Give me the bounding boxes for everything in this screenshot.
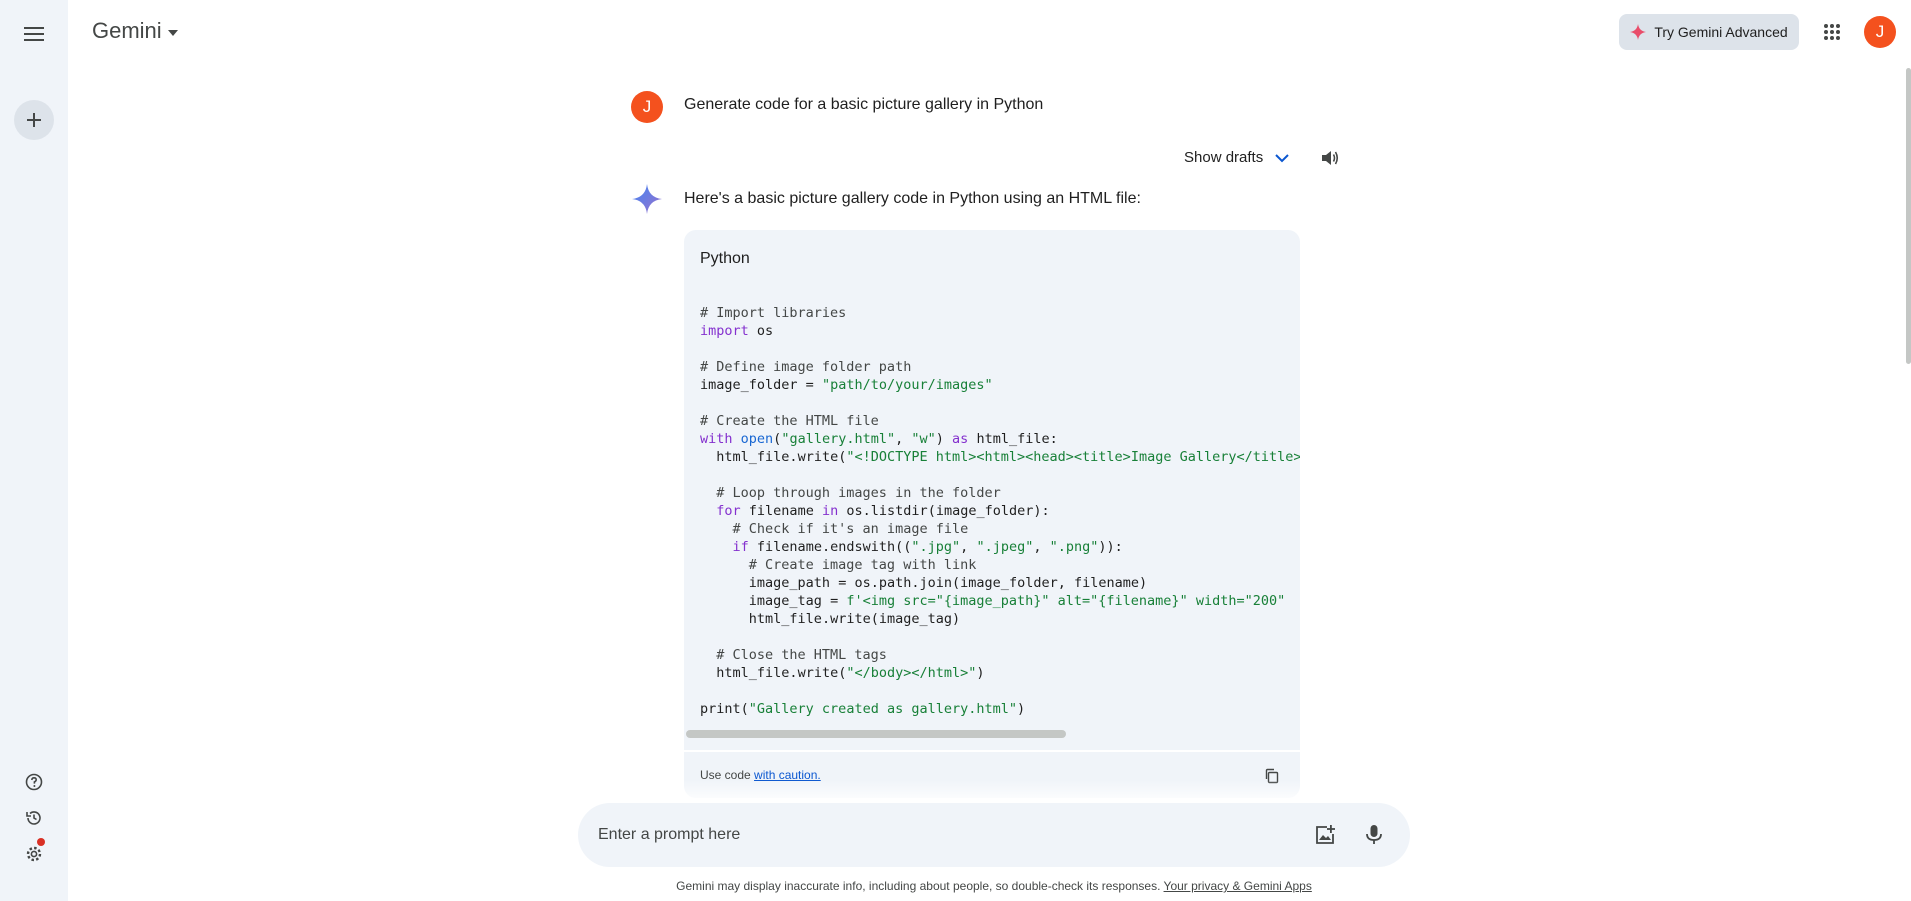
code-line: # Create image tag with link — [700, 557, 977, 573]
code-line: print("Gallery created as gallery.html") — [700, 701, 1026, 717]
code-line: # Check if it's an image file — [700, 521, 969, 537]
user-avatar: J — [631, 91, 663, 123]
gemini-sparkle-icon — [632, 184, 662, 214]
privacy-link[interactable]: Your privacy & Gemini Apps — [1164, 879, 1312, 893]
disclaimer-text: Gemini may display inaccurate info, incl… — [676, 879, 1164, 893]
history-icon — [26, 811, 41, 825]
help-button[interactable] — [22, 770, 46, 794]
grid-apps-icon — [1824, 24, 1840, 40]
main-menu-button[interactable] — [18, 18, 50, 50]
new-chat-button[interactable] — [14, 100, 54, 140]
code-line: # Create the HTML file — [700, 413, 879, 429]
sidebar — [0, 0, 68, 901]
code-line: # Loop through images in the folder — [700, 485, 1001, 501]
code-line: # Close the HTML tags — [700, 647, 887, 663]
prompt-input[interactable] — [598, 803, 1238, 867]
caret-down-icon — [167, 29, 178, 36]
code-line: import os — [700, 323, 774, 339]
code-area: # Import libraries import os # Define im… — [684, 290, 1300, 745]
code-line: # Import libraries — [700, 305, 847, 321]
show-drafts-label: Show drafts — [1184, 149, 1264, 166]
code-line: image_folder = "path/to/your/images" — [700, 377, 993, 393]
activity-button[interactable] — [22, 806, 46, 830]
listen-button[interactable] — [1318, 146, 1342, 170]
voice-input-button[interactable] — [1362, 823, 1386, 847]
user-prompt-text: Generate code for a basic picture galler… — [684, 96, 1044, 113]
try-advanced-button[interactable]: Try Gemini Advanced — [1619, 14, 1799, 50]
code-line: html_file.write("</body></html>") — [716, 665, 985, 681]
code-line: image_path = os.path.join(image_folder, … — [748, 575, 1148, 591]
notification-dot — [37, 838, 45, 846]
try-advanced-label: Try Gemini Advanced — [1654, 24, 1788, 40]
page-vertical-scrollbar[interactable] — [1906, 68, 1911, 364]
code-line: # Define image folder path — [700, 359, 912, 375]
hamburger-menu-icon — [24, 27, 44, 41]
code-language-label: Python — [700, 250, 750, 267]
response-intro-text: Here's a basic picture gallery code in P… — [684, 190, 1141, 207]
code-line: image_tag = f'<img src="{image_path}" al… — [748, 593, 1286, 609]
model-switcher[interactable]: Gemini — [92, 18, 178, 44]
footer-disclaimer: Gemini may display inaccurate info, incl… — [0, 879, 1911, 893]
code-horizontal-scrollbar[interactable] — [686, 730, 1066, 738]
code-line: html_file.write(image_tag) — [748, 611, 961, 627]
account-avatar[interactable]: J — [1864, 16, 1896, 48]
gear-icon — [26, 846, 42, 862]
brand-name: Gemini — [92, 18, 162, 43]
sparkle-icon — [1630, 24, 1647, 40]
show-drafts-button[interactable]: Show drafts — [1184, 149, 1289, 166]
content-fade — [600, 780, 1360, 804]
code-line: with open("gallery.html", "w") as html_f… — [700, 431, 1058, 447]
google-apps-button[interactable] — [1818, 18, 1846, 46]
settings-button[interactable] — [22, 838, 46, 866]
code-block: Python # Import libraries import os # De… — [684, 230, 1300, 750]
add-image-icon — [1316, 825, 1335, 844]
code-scroll-container[interactable]: # Import libraries import os # Define im… — [684, 290, 1300, 745]
help-icon — [25, 773, 43, 791]
plus-icon — [27, 113, 41, 127]
upload-image-button[interactable] — [1313, 823, 1337, 847]
microphone-icon — [1366, 825, 1382, 844]
code-content: # Import libraries import os # Define im… — [700, 304, 1300, 718]
code-line: for filename in os.listdir(image_folder)… — [716, 503, 1050, 519]
prompt-bar — [578, 803, 1410, 867]
chevron-down-icon — [1275, 153, 1289, 162]
code-line: if filename.endswith((".jpg", ".jpeg", "… — [732, 539, 1123, 555]
speaker-icon — [1322, 151, 1339, 165]
code-line: html_file.write("<!DOCTYPE html><html><h… — [716, 449, 1300, 465]
